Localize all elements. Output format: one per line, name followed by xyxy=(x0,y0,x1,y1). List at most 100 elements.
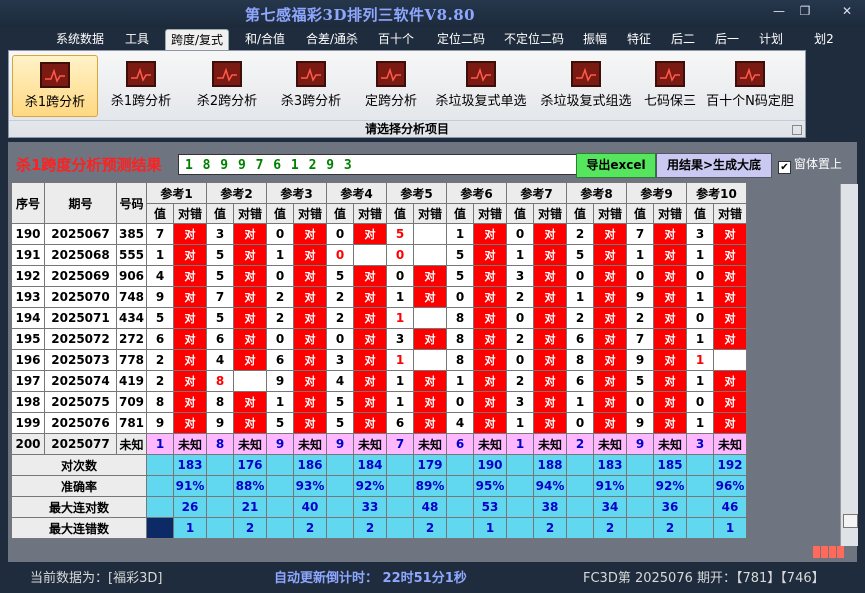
menu-item-1[interactable]: 工具 xyxy=(122,29,152,49)
cell-result-correct: 对 xyxy=(473,223,507,245)
maximize-button[interactable]: ❐ xyxy=(793,2,817,20)
table-row[interactable]: 195 2025072 272 6 对 6 对 0 对 0 对 3 对 8 对 2 对 6 对 7 对 1 对 xyxy=(11,328,747,350)
table-row[interactable]: 194 2025071 434 5 对 5 对 2 对 2 对 1 8 对 0 对 2 对 2 对 0 对 xyxy=(11,307,747,329)
ribbon-button-2[interactable]: 杀2跨分析 xyxy=(187,55,267,115)
stats-value: 53 xyxy=(473,496,507,518)
cell-result-correct: 对 xyxy=(653,244,687,266)
table-row[interactable]: 199 2025076 781 9 对 9 对 5 对 5 对 6 对 4 对 1 对 0 对 9 对 1 对 xyxy=(11,412,747,434)
status-last-draw: FC3D第 2025076 期开：【781】【746】 xyxy=(583,571,825,586)
cell-seq: 197 xyxy=(11,370,45,392)
generate-button[interactable]: 用结果>生成大底 xyxy=(656,153,772,178)
header-ref: 参考7 xyxy=(506,182,567,204)
export-excel-button[interactable]: 导出excel xyxy=(576,153,656,178)
cell-value: 1 xyxy=(446,370,474,392)
cell-seq: 190 xyxy=(11,223,45,245)
stats-value: 190 xyxy=(473,454,507,476)
cell-result-correct: 对 xyxy=(413,328,447,350)
cell-result-correct: 对 xyxy=(293,265,327,287)
cell-result-correct: 对 xyxy=(413,265,447,287)
ribbon-button-label: 杀2跨分析 xyxy=(196,94,258,109)
cell-value: 1 xyxy=(686,412,714,434)
stats-value: 2 xyxy=(653,517,687,539)
cell-result-correct: 对 xyxy=(473,349,507,371)
cell-value: 0 xyxy=(566,412,594,434)
minimize-button[interactable]: — xyxy=(767,2,791,20)
scrollbar-thumb[interactable] xyxy=(843,514,858,528)
table-row[interactable]: 197 2025074 419 2 对 8 9 对 4 对 1 对 1 对 2 对 6 对 5 对 1 对 xyxy=(11,370,747,392)
cell-value: 1 xyxy=(686,286,714,308)
menu-item-6[interactable]: 定位二码 xyxy=(432,29,490,49)
menu-item-3[interactable]: 和/合值 xyxy=(241,29,289,49)
title-bar: 第七感福彩3D排列三软件V8.80 — ❐ ✕ xyxy=(0,0,865,28)
stats-value: 91% xyxy=(173,475,207,497)
menu-item-5[interactable]: 百十个 xyxy=(376,29,416,49)
menu-item-13[interactable]: 划2 xyxy=(814,29,834,49)
cell-result-correct: 对 xyxy=(533,244,567,266)
cell-value: 5 xyxy=(206,265,234,287)
stats-value: 34 xyxy=(593,496,627,518)
cell-value: 0 xyxy=(506,307,534,329)
menu-item-10[interactable]: 后二 xyxy=(668,29,698,49)
ribbon-button-0[interactable]: 杀1跨分析 xyxy=(12,55,98,117)
menu-item-12[interactable]: 计划 xyxy=(756,29,786,49)
stats-pad xyxy=(146,517,174,539)
cell-value: 2 xyxy=(146,349,174,371)
cell-value: 6 xyxy=(566,328,594,350)
stats-pad xyxy=(686,517,714,539)
table-row-pending[interactable]: 200 2025077 未知 1 未知 8 未知 9 未知 9 未知 7 未知 6 未知 1 未知 2 未知 9 未知 3… xyxy=(11,433,747,455)
cell-value: 8 xyxy=(206,433,234,455)
vertical-scrollbar[interactable] xyxy=(840,184,858,546)
cell-value: 1 xyxy=(386,307,414,329)
menu-item-0[interactable]: 系统数据 xyxy=(55,29,105,49)
ribbon-expand-icon[interactable] xyxy=(792,125,802,135)
cell-code: 272 xyxy=(116,328,147,350)
ribbon-button-8[interactable]: 百十个N码定胆 xyxy=(704,55,796,115)
stats-pad xyxy=(146,496,174,518)
menu-item-9[interactable]: 特征 xyxy=(624,29,654,49)
ribbon-button-1[interactable]: 杀1跨分析 xyxy=(101,55,181,115)
stats-pad xyxy=(566,475,594,497)
cell-period: 2025067 xyxy=(44,223,117,245)
menu-item-11[interactable]: 后一 xyxy=(712,29,742,49)
ribbon-button-7[interactable]: 七码保三 xyxy=(639,55,701,115)
table-row[interactable]: 193 2025070 748 9 对 7 对 2 对 2 对 1 对 0 对 2 对 1 对 9 对 1 对 xyxy=(11,286,747,308)
header-value: 值 xyxy=(566,203,594,224)
cell-result-correct: 对 xyxy=(353,328,387,350)
cell-unknown: 未知 xyxy=(173,433,207,455)
ribbon-button-3[interactable]: 杀3跨分析 xyxy=(271,55,351,115)
cell-value: 0 xyxy=(506,349,534,371)
ribbon-button-6[interactable]: 杀垃圾复式组选 xyxy=(536,55,636,115)
ribbon-button-4[interactable]: 定跨分析 xyxy=(355,55,427,115)
result-field[interactable]: 1 8 9 9 7 6 1 2 9 3 xyxy=(178,154,582,175)
cell-unknown: 未知 xyxy=(533,433,567,455)
cell-value: 9 xyxy=(266,433,294,455)
menu-item-4[interactable]: 合差/通杀 xyxy=(302,29,362,49)
header-value: 值 xyxy=(626,203,654,224)
checkbox-icon[interactable]: ✔ xyxy=(778,161,791,174)
cell-value: 1 xyxy=(506,244,534,266)
table-row[interactable]: 191 2025068 555 1 对 5 对 1 对 0 0 5 对 1 对 5 对 1 对 1 对 xyxy=(11,244,747,266)
cell-value: 3 xyxy=(506,265,534,287)
table-row[interactable]: 190 2025067 385 7 对 3 对 0 对 0 对 5 1 对 0 对 2 对 7 对 3 对 xyxy=(11,223,747,245)
table-row[interactable]: 196 2025073 778 2 对 4 对 6 对 3 对 1 8 对 0 对 8 对 9 对 1 xyxy=(11,349,747,371)
cell-value: 1 xyxy=(146,244,174,266)
header-value: 值 xyxy=(146,203,174,224)
stats-pad xyxy=(206,454,234,476)
menu-item-7[interactable]: 不定位二码 xyxy=(501,29,567,49)
stats-pad xyxy=(446,454,474,476)
cell-value: 0 xyxy=(386,244,414,266)
menu-item-8[interactable]: 振幅 xyxy=(580,29,610,49)
cell-unknown: 未知 xyxy=(293,433,327,455)
stats-pad xyxy=(146,454,174,476)
cell-result-correct: 对 xyxy=(173,286,207,308)
cell-value: 9 xyxy=(626,412,654,434)
menu-item-2[interactable]: 跨度/复式 xyxy=(165,29,229,50)
table-row[interactable]: 198 2025075 709 8 对 8 对 1 对 5 对 1 对 0 对 3 对 1 对 0 对 0 对 xyxy=(11,391,747,413)
cell-value: 2 xyxy=(566,433,594,455)
cell-result-correct: 对 xyxy=(473,412,507,434)
cell-value: 1 xyxy=(386,391,414,413)
topmost-checkbox[interactable]: ✔ 窗体置上 xyxy=(778,155,842,174)
close-button[interactable]: ✕ xyxy=(835,2,859,20)
table-row[interactable]: 192 2025069 906 4 对 5 对 0 对 5 对 0 对 5 对 3 对 0 对 0 对 0 对 xyxy=(11,265,747,287)
ribbon-button-5[interactable]: 杀垃圾复式单选 xyxy=(429,55,533,115)
